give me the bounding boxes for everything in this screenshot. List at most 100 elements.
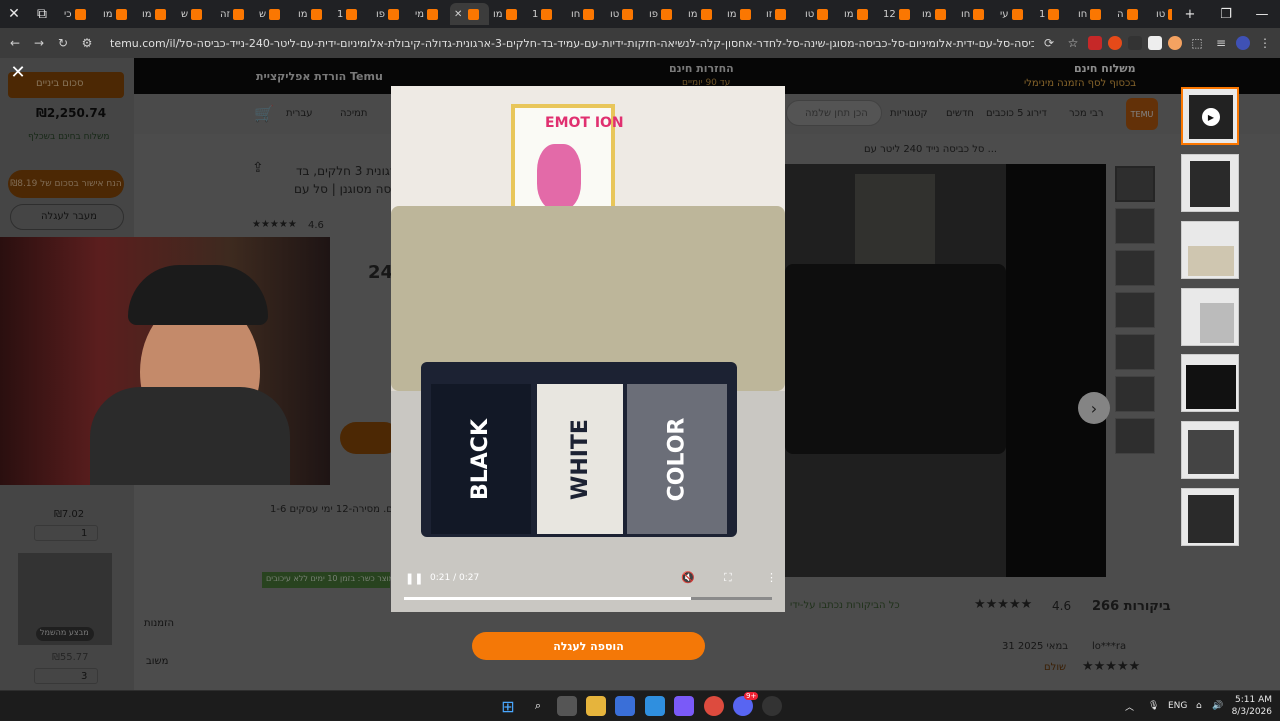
modal-thumb-3[interactable] xyxy=(1181,221,1239,279)
tab-label: עי xyxy=(1000,8,1009,20)
windows-start-icon[interactable]: ⊞ xyxy=(498,696,518,716)
network-icon[interactable]: ⌂ xyxy=(1196,691,1202,721)
browser-tab[interactable]: ש xyxy=(255,3,294,25)
browser-tab[interactable]: טו xyxy=(606,3,645,25)
modal-thumb-4[interactable] xyxy=(1181,288,1239,346)
discord-icon[interactable]: 9+ xyxy=(733,692,759,716)
browser-tab[interactable]: 1 xyxy=(528,3,567,25)
pause-icon[interactable]: ❚❚ xyxy=(405,572,423,585)
bag-label-color: COLOR xyxy=(664,417,690,501)
fullscreen-icon[interactable]: ⛶ xyxy=(724,571,732,585)
temu-favicon-icon xyxy=(973,8,985,20)
tab-label: טו xyxy=(610,8,620,20)
bag-label-white: WHITE xyxy=(567,418,593,500)
bookmark-star-icon[interactable]: ☆ xyxy=(1064,34,1082,52)
photos-icon[interactable] xyxy=(645,696,665,716)
file-explorer-icon[interactable] xyxy=(586,696,606,716)
modal-thumb-2[interactable] xyxy=(1181,154,1239,212)
browser-tab[interactable]: מו xyxy=(723,3,762,25)
extensions-puzzle-icon[interactable]: ⬚ xyxy=(1188,34,1206,52)
browser-tab[interactable]: מו xyxy=(918,3,957,25)
close-tab-icon[interactable]: ✕ xyxy=(454,9,462,20)
temu-favicon-icon xyxy=(1048,8,1060,20)
extension-icon-light[interactable] xyxy=(1148,36,1162,50)
task-view-icon[interactable] xyxy=(557,696,577,716)
browser-tab[interactable]: עי xyxy=(996,3,1035,25)
temu-favicon-icon xyxy=(622,8,634,20)
browser-tab[interactable]: מי xyxy=(411,3,450,25)
tab-label: מו xyxy=(688,8,698,20)
browser-tab[interactable]: מו xyxy=(294,3,333,25)
steam-icon[interactable] xyxy=(762,696,782,716)
extension-icon-orange[interactable] xyxy=(1168,36,1182,50)
modal-thumb-7[interactable] xyxy=(1181,488,1239,546)
chrome-icon[interactable] xyxy=(704,696,724,716)
modal-thumb-6[interactable] xyxy=(1181,421,1239,479)
browser-tab[interactable]: כי xyxy=(60,3,99,25)
browser-tab[interactable]: זה xyxy=(216,3,255,25)
tab-list: כי מו מו ש זה ש מו 1 פו מי ✕ מו 1 חו טו פו מו מו זו טו מו 12 מ… xyxy=(56,0,1172,28)
language-indicator[interactable]: ENG xyxy=(1168,691,1187,721)
browser-tab[interactable]: ה xyxy=(1113,3,1152,25)
browser-tab[interactable]: טו xyxy=(1152,3,1172,25)
search-icon[interactable]: ⌕ xyxy=(528,696,548,716)
browser-tab[interactable]: פו xyxy=(645,3,684,25)
browser-tab[interactable]: זו xyxy=(762,3,801,25)
new-tab-button[interactable]: + xyxy=(1172,0,1208,28)
temu-favicon-icon xyxy=(817,8,829,20)
clock[interactable]: 5:11 AM 8/3/2026 xyxy=(1232,691,1272,721)
browser-tab[interactable]: מו xyxy=(684,3,723,25)
modal-thumb-5[interactable] xyxy=(1181,354,1239,412)
tab-label: מו xyxy=(142,8,152,20)
browser-tab[interactable]: מו xyxy=(99,3,138,25)
mute-icon[interactable]: 🔇 xyxy=(681,571,695,584)
extension-icon-red[interactable] xyxy=(1088,36,1102,50)
browser-menu-icon[interactable]: ⋮ xyxy=(1256,34,1274,52)
browser-tab[interactable]: 1 xyxy=(333,3,372,25)
volume-icon[interactable]: 🔊 xyxy=(1212,691,1223,721)
more-options-icon[interactable]: ⋮ xyxy=(766,571,777,584)
site-settings-icon[interactable]: ⚙ xyxy=(78,34,96,52)
profile-avatar-icon[interactable] xyxy=(1236,36,1250,50)
extension-icon-dark[interactable] xyxy=(1128,36,1142,50)
tab-label: מו xyxy=(493,8,503,20)
browser-tab[interactable]: מו xyxy=(840,3,879,25)
browser-tab[interactable]: מו xyxy=(489,3,528,25)
browser-tab[interactable]: ש xyxy=(177,3,216,25)
browser-tab[interactable]: 12 xyxy=(879,3,918,25)
tab-label: ה xyxy=(1117,8,1124,20)
close-window-icon[interactable]: ✕ xyxy=(0,0,28,28)
browser-tab[interactable]: טו xyxy=(801,3,840,25)
back-icon[interactable]: ← xyxy=(6,34,24,52)
browser-tab[interactable]: ✕ xyxy=(450,3,489,25)
product-video-player[interactable]: EMOT ION BLACK WHITE COLOR ❚❚ 0:21 / 0:2… xyxy=(391,86,785,612)
browser-tab[interactable]: מו xyxy=(138,3,177,25)
minimize-window-button[interactable]: — xyxy=(1244,0,1280,28)
close-modal-icon[interactable]: ✕ xyxy=(8,62,28,83)
reload-icon[interactable]: ↻ xyxy=(54,34,72,52)
temu-favicon-icon xyxy=(115,8,127,20)
browser-tab[interactable]: חו xyxy=(1074,3,1113,25)
tab-label: כי xyxy=(64,8,72,20)
forward-icon[interactable]: → xyxy=(30,34,48,52)
browser-tab[interactable]: חו xyxy=(567,3,606,25)
tab-label: 1 xyxy=(337,8,344,20)
store-icon[interactable] xyxy=(615,696,635,716)
browser-tab[interactable]: חו xyxy=(957,3,996,25)
reload-icon-2[interactable]: ⟳ xyxy=(1040,34,1058,52)
video-progress-bar[interactable] xyxy=(404,597,772,600)
temu-favicon-icon xyxy=(346,8,358,20)
tray-overflow-icon[interactable]: ︿ xyxy=(1125,691,1134,721)
browser-tab[interactable]: 1 xyxy=(1035,3,1074,25)
browser-tab[interactable]: פו xyxy=(372,3,411,25)
media-list-icon[interactable]: ≡ xyxy=(1212,34,1230,52)
app-icon[interactable] xyxy=(674,696,694,716)
extension-icon-fire[interactable] xyxy=(1108,36,1122,50)
tab-search-icon[interactable]: ⧉ xyxy=(28,0,56,28)
add-to-cart-button[interactable]: הוספה לעגלה xyxy=(472,632,705,660)
restore-window-button[interactable]: ❐ xyxy=(1208,0,1244,28)
mic-icon[interactable]: 🎙 xyxy=(1148,691,1159,721)
temu-favicon-icon xyxy=(269,8,281,20)
modal-thumb-video[interactable]: ▶ xyxy=(1181,87,1239,145)
address-bar[interactable]: temu.com/il/סלי-כביסה-סל-עם-ידית-אלומיני… xyxy=(102,31,1034,55)
